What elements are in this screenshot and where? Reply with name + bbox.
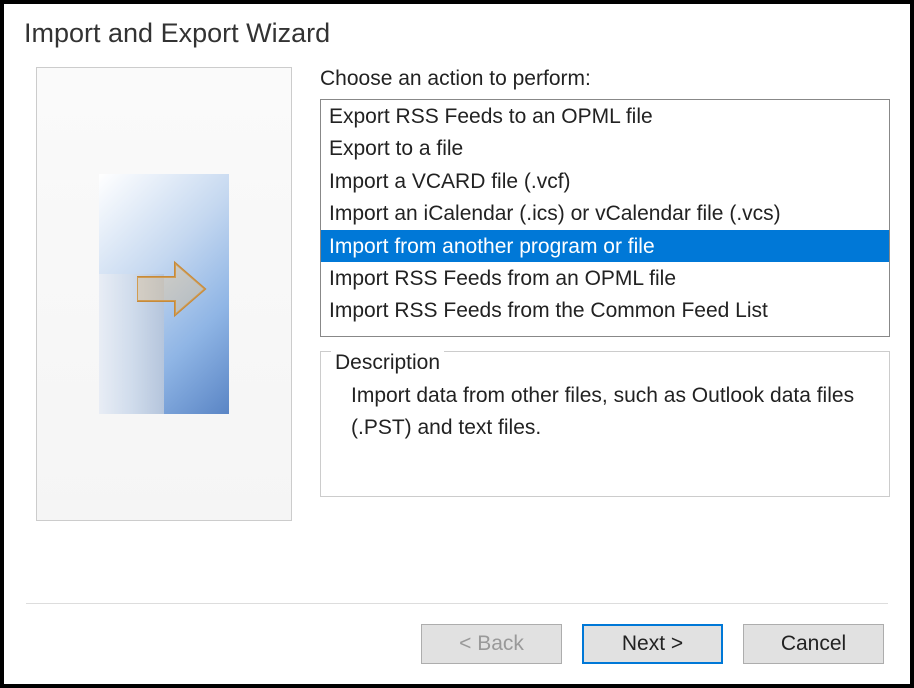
import-export-wizard-dialog: Import and Export Wizard Choose an actio… <box>4 4 910 684</box>
list-item[interactable]: Export RSS Feeds to an OPML file <box>321 100 889 132</box>
list-item[interactable]: Import a VCARD file (.vcf) <box>321 165 889 197</box>
cancel-button[interactable]: Cancel <box>743 624 884 664</box>
next-button[interactable]: Next > <box>582 624 723 664</box>
back-button[interactable]: < Back <box>421 624 562 664</box>
button-row: < Back Next > Cancel <box>4 604 910 684</box>
description-group: Description Import data from other files… <box>320 351 890 497</box>
list-item[interactable]: Import RSS Feeds from an OPML file <box>321 262 889 294</box>
dialog-content: Choose an action to perform: Export RSS … <box>4 67 910 569</box>
description-legend: Description <box>331 351 444 375</box>
list-item[interactable]: Import RSS Feeds from the Common Feed Li… <box>321 294 889 326</box>
dialog-title: Import and Export Wizard <box>4 4 910 67</box>
wizard-sidebar-panel <box>36 67 292 521</box>
list-item[interactable]: Import from another program or file <box>321 230 889 262</box>
action-listbox[interactable]: Export RSS Feeds to an OPML fileExport t… <box>320 99 890 337</box>
list-item[interactable]: Export to a file <box>321 132 889 164</box>
wizard-graphic <box>99 174 229 414</box>
list-item[interactable]: Import an iCalendar (.ics) or vCalendar … <box>321 197 889 229</box>
arrow-icon <box>137 259 209 319</box>
wizard-main: Choose an action to perform: Export RSS … <box>320 67 890 569</box>
action-prompt-label: Choose an action to perform: <box>320 67 890 91</box>
